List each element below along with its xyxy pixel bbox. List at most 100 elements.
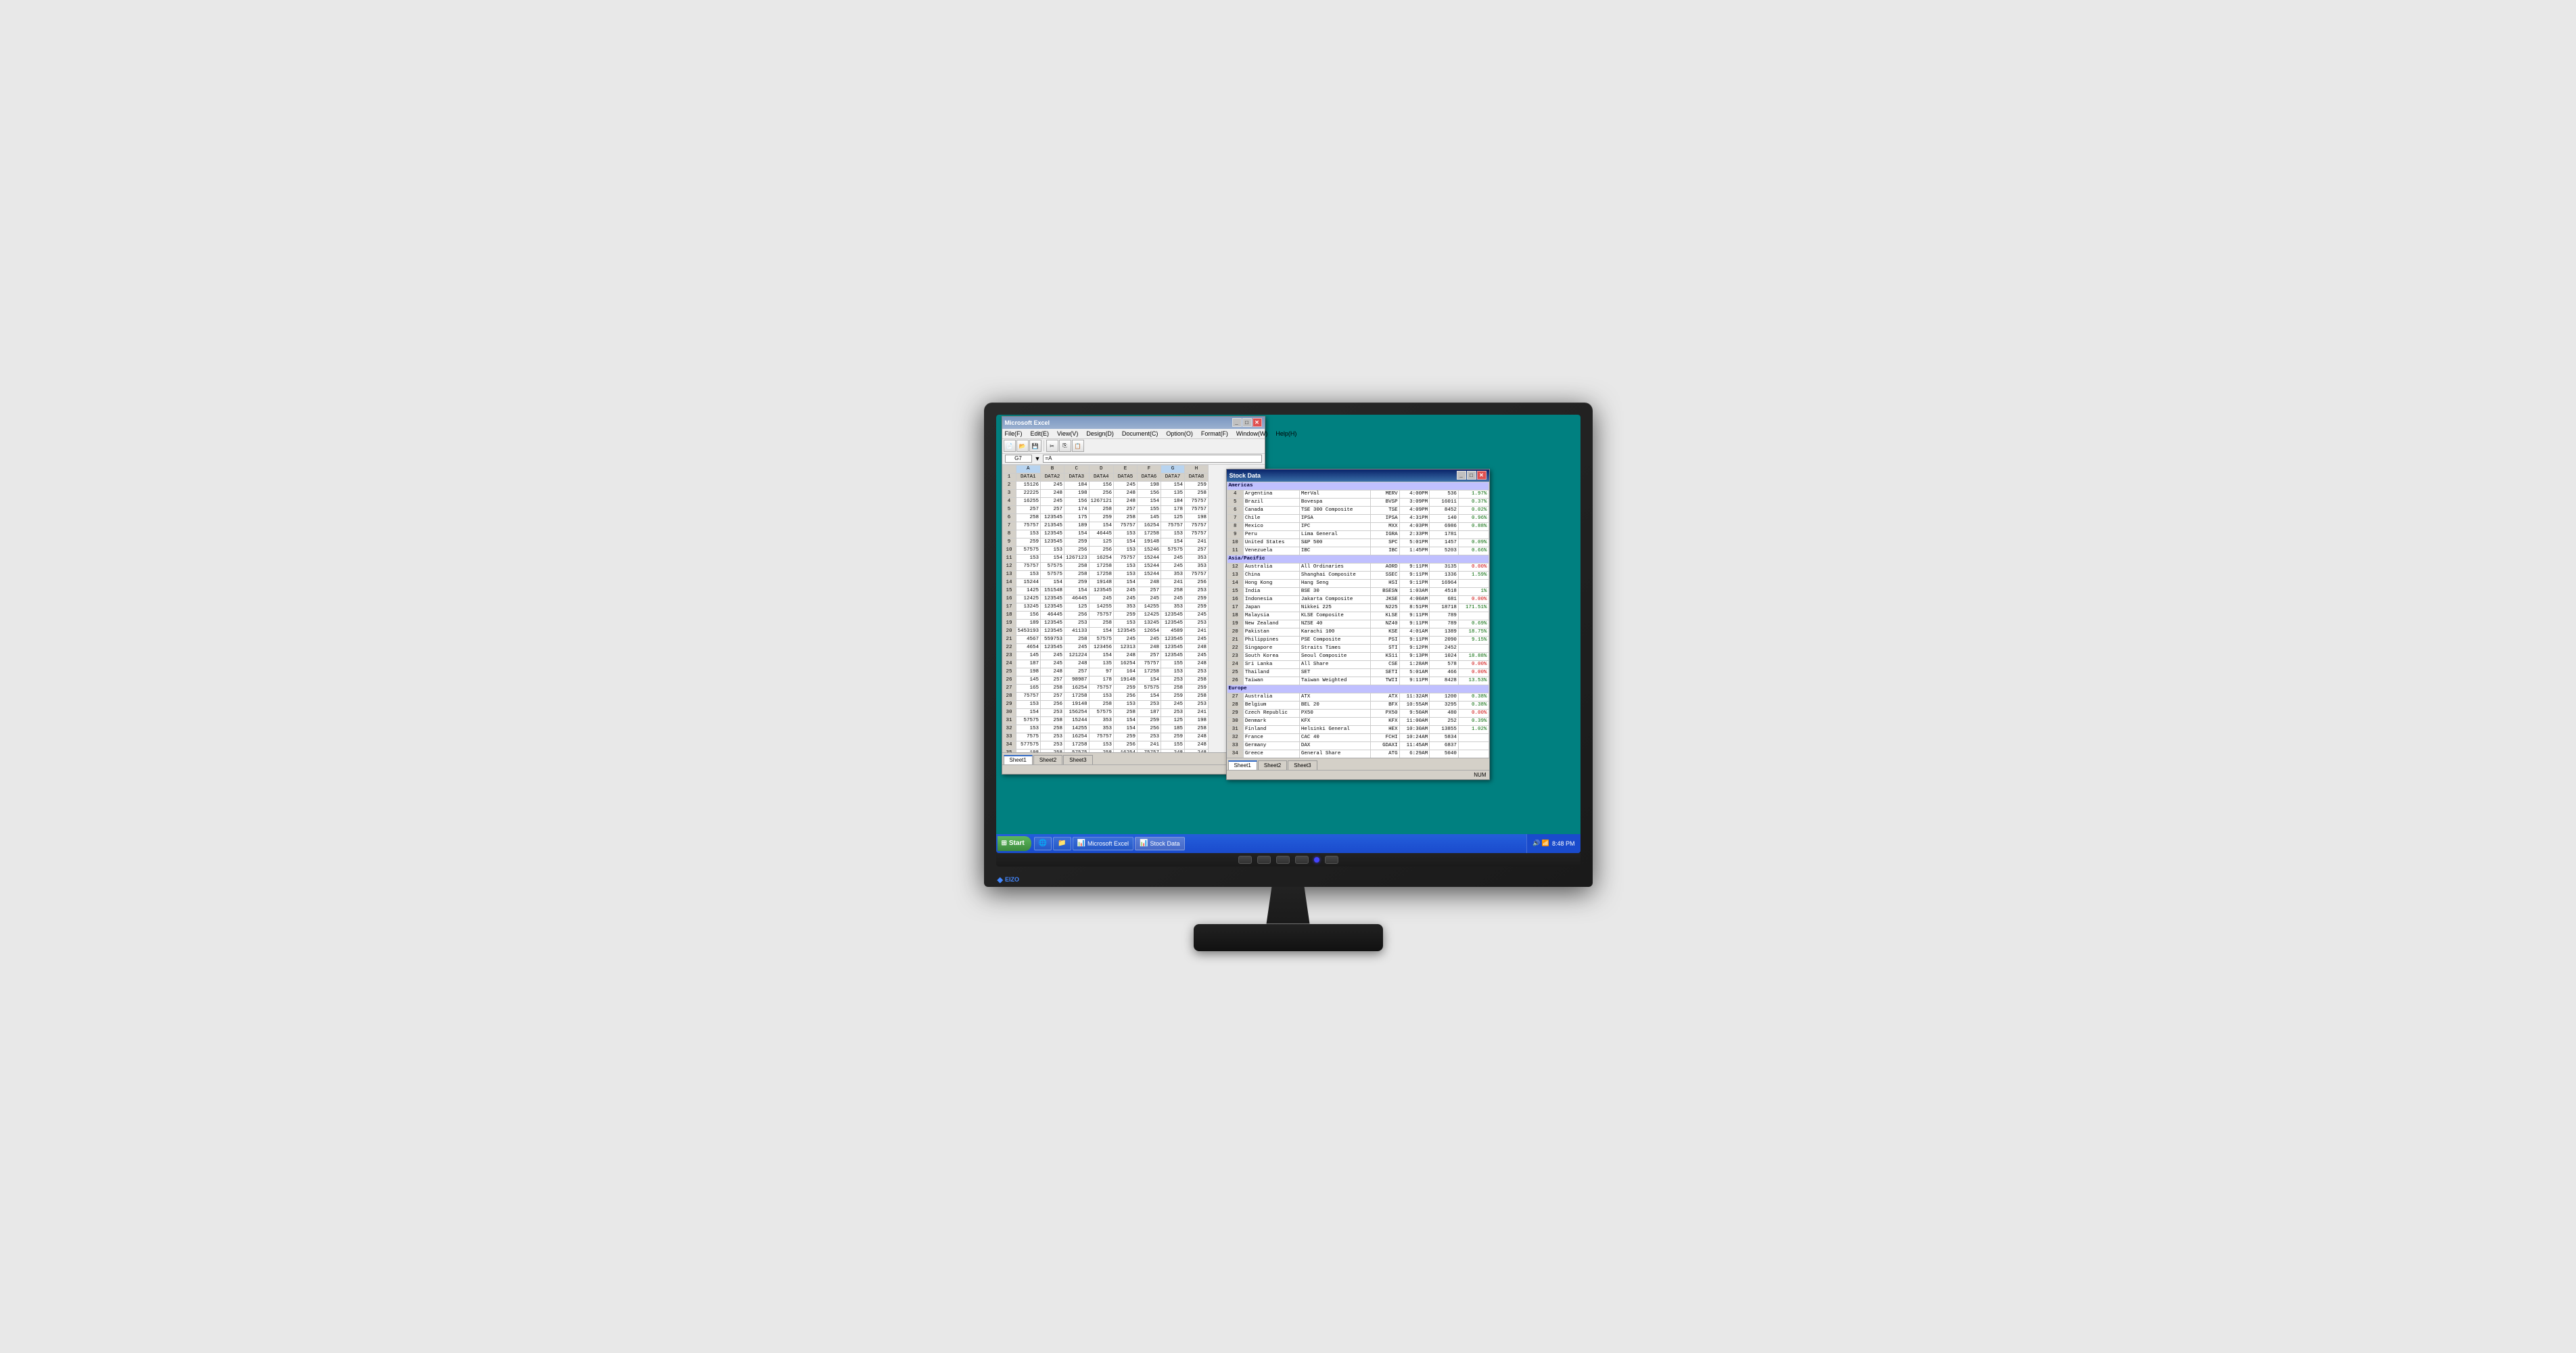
start-button[interactable]: ⊞ Start: [998, 836, 1031, 851]
table-cell[interactable]: 154: [1161, 538, 1185, 546]
table-cell[interactable]: 15126: [1016, 481, 1041, 489]
table-cell[interactable]: 145: [1016, 676, 1041, 684]
list-item[interactable]: 32FranceCAC 40FCHI10:24AM5834: [1227, 733, 1489, 741]
table-cell[interactable]: 19148: [1089, 578, 1114, 587]
menu-window[interactable]: Window(W): [1235, 430, 1269, 437]
table-cell[interactable]: 184: [1161, 497, 1185, 505]
tb-cut[interactable]: ✂: [1046, 440, 1058, 452]
table-cell[interactable]: 245: [1185, 651, 1209, 660]
table-cell[interactable]: 245: [1185, 635, 1209, 643]
table-cell[interactable]: 258: [1016, 513, 1041, 522]
table-cell[interactable]: 257: [1041, 505, 1064, 513]
table-cell[interactable]: 123545: [1041, 619, 1064, 627]
table-cell[interactable]: 245: [1138, 595, 1161, 603]
table-cell[interactable]: 123545: [1041, 530, 1064, 538]
row-header[interactable]: 7: [1002, 522, 1016, 530]
menu-view[interactable]: View(V): [1056, 430, 1079, 437]
table-cell[interactable]: 256: [1114, 741, 1138, 749]
row-header[interactable]: 2: [1002, 481, 1016, 489]
table-cell[interactable]: 165: [1016, 684, 1041, 692]
table-cell[interactable]: 153: [1114, 619, 1138, 627]
table-cell[interactable]: 17258: [1138, 668, 1161, 676]
table-cell[interactable]: 75757: [1114, 522, 1138, 530]
table-cell[interactable]: 248: [1114, 489, 1138, 497]
menu-format[interactable]: Format(F): [1200, 430, 1230, 437]
table-cell[interactable]: 14255: [1089, 603, 1114, 611]
monitor-btn-2[interactable]: [1257, 856, 1271, 864]
table-cell[interactable]: 22225: [1016, 489, 1041, 497]
row-header[interactable]: 19: [1002, 619, 1016, 627]
table-cell[interactable]: 245: [1041, 497, 1064, 505]
row-header[interactable]: 6: [1002, 513, 1016, 522]
table-cell[interactable]: 259: [1114, 684, 1138, 692]
list-item[interactable]: 29Czech RepublicPX50PX509:50AM4800.00%: [1227, 709, 1489, 717]
table-cell[interactable]: 559753: [1041, 635, 1064, 643]
table-cell[interactable]: 14255: [1138, 603, 1161, 611]
table-cell[interactable]: 258: [1089, 505, 1114, 513]
table-cell[interactable]: 154: [1064, 587, 1090, 595]
list-item[interactable]: 7ChileIPSAIPSA4:31PM1400.96%: [1227, 514, 1489, 522]
table-cell[interactable]: 245: [1089, 595, 1114, 603]
table-cell[interactable]: 185: [1161, 725, 1185, 733]
table-cell[interactable]: 257: [1185, 546, 1209, 554]
table-cell[interactable]: 258: [1185, 725, 1209, 733]
table-cell[interactable]: 16254: [1089, 554, 1114, 562]
row-header[interactable]: 9: [1002, 538, 1016, 546]
table-cell[interactable]: 153: [1041, 546, 1064, 554]
monitor-btn-3[interactable]: [1276, 856, 1290, 864]
table-cell[interactable]: 259: [1064, 538, 1090, 546]
col-H[interactable]: H: [1185, 465, 1209, 473]
table-cell[interactable]: 154: [1114, 725, 1138, 733]
table-cell[interactable]: 259: [1089, 513, 1114, 522]
table-cell[interactable]: 75757: [1114, 554, 1138, 562]
table-cell[interactable]: 75757: [1185, 505, 1209, 513]
row-header[interactable]: 4: [1002, 497, 1016, 505]
table-cell[interactable]: 75757: [1185, 570, 1209, 578]
list-item[interactable]: 30DenmarkKFXKFX11:00AM2520.39%: [1227, 717, 1489, 725]
table-cell[interactable]: 7575: [1016, 733, 1041, 741]
row-header[interactable]: 18: [1002, 611, 1016, 619]
table-cell[interactable]: 154: [1114, 716, 1138, 725]
list-item[interactable]: 15IndiaBSE 30BSESN1:03AM45181%: [1227, 587, 1489, 595]
table-cell[interactable]: 248: [1185, 643, 1209, 651]
list-item[interactable]: 20PakistanKarachi 100KSE4:01AM138918.75%: [1227, 628, 1489, 636]
table-cell[interactable]: 57575: [1041, 562, 1064, 570]
table-cell[interactable]: 257: [1138, 587, 1161, 595]
list-item[interactable]: 28BelgiumBEL 20BFX10:55AM32950.38%: [1227, 701, 1489, 709]
list-item[interactable]: 23South KoreaSeoul CompositeKS119:13PM10…: [1227, 652, 1489, 660]
table-cell[interactable]: 16254: [1064, 684, 1090, 692]
tb-save[interactable]: 💾: [1029, 440, 1041, 452]
list-item[interactable]: 5BrazilBovespaBVSP3:09PM160110.37%: [1227, 498, 1489, 506]
taskbar-excel1[interactable]: 📊 Microsoft Excel: [1073, 837, 1133, 850]
table-cell[interactable]: 75757: [1089, 733, 1114, 741]
table-cell[interactable]: 123456: [1089, 643, 1114, 651]
table-cell[interactable]: 156: [1016, 611, 1041, 619]
list-item[interactable]: 13ChinaShanghai CompositeSSEC9:11PM13361…: [1227, 571, 1489, 579]
table-cell[interactable]: 57575: [1016, 716, 1041, 725]
row-header[interactable]: 12: [1002, 562, 1016, 570]
table-cell[interactable]: 121224: [1064, 651, 1090, 660]
table-cell[interactable]: 245: [1114, 635, 1138, 643]
excel-1-titlebar[interactable]: Microsoft Excel _ □ ✕: [1002, 417, 1265, 429]
table-cell[interactable]: 14255: [1064, 725, 1090, 733]
table-cell[interactable]: 155: [1138, 505, 1161, 513]
table-cell[interactable]: 17258: [1089, 570, 1114, 578]
table-cell[interactable]: 258: [1041, 725, 1064, 733]
table-cell[interactable]: 187: [1138, 708, 1161, 716]
table-cell[interactable]: 154: [1138, 692, 1161, 700]
col-B[interactable]: B: [1041, 465, 1064, 473]
table-cell[interactable]: 1425: [1016, 587, 1041, 595]
row-header[interactable]: 10: [1002, 546, 1016, 554]
table-cell[interactable]: 258: [1114, 708, 1138, 716]
table-cell[interactable]: 156: [1089, 481, 1114, 489]
table-cell[interactable]: 253: [1138, 700, 1161, 708]
sheet-tab-2[interactable]: Sheet2: [1033, 755, 1062, 764]
table-cell[interactable]: 154: [1089, 522, 1114, 530]
col-F[interactable]: F: [1138, 465, 1161, 473]
table-cell[interactable]: 184: [1064, 481, 1090, 489]
table-cell[interactable]: 123545: [1041, 513, 1064, 522]
table-cell[interactable]: 16254: [1138, 522, 1161, 530]
row-header[interactable]: 24: [1002, 660, 1016, 668]
row-header[interactable]: 8: [1002, 530, 1016, 538]
row-header[interactable]: 31: [1002, 716, 1016, 725]
